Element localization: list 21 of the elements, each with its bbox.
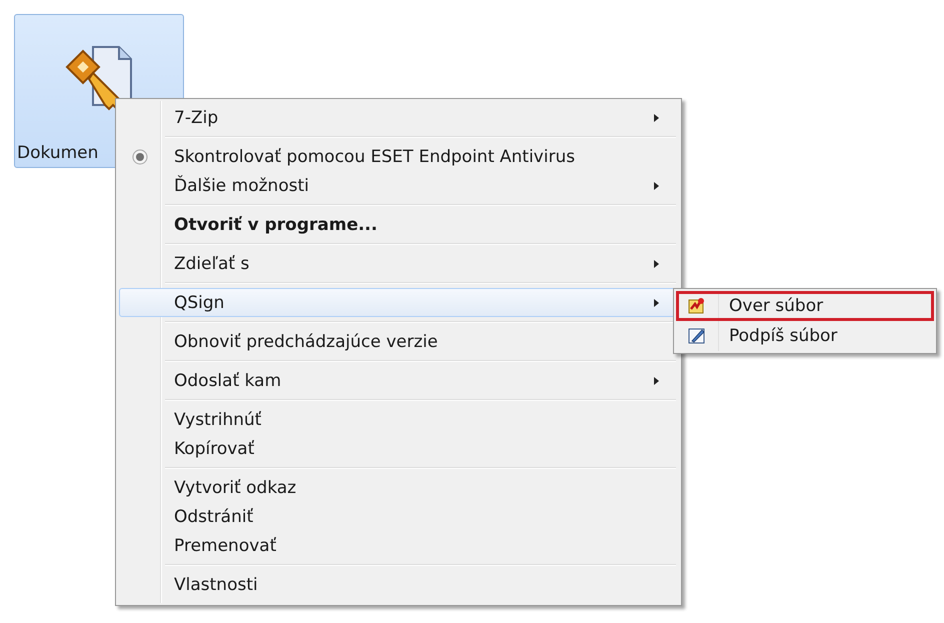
menu-item[interactable]: Premenovať	[119, 531, 678, 560]
submenu-arrow-icon	[653, 298, 661, 308]
menu-item[interactable]: Odoslať kam	[119, 366, 678, 395]
menu-item[interactable]: Zdieľať s	[119, 249, 678, 278]
menu-item[interactable]: Odstrániť	[119, 502, 678, 531]
edit-document-icon	[688, 327, 706, 345]
certificate-icon	[688, 297, 706, 315]
menu-item[interactable]: Otvoriť v programe...	[119, 210, 678, 239]
menu-item[interactable]: Vytvoriť odkaz	[119, 473, 678, 502]
menu-item[interactable]: Over súbor	[676, 291, 934, 321]
menu-item[interactable]: Vystrihnúť	[119, 405, 678, 434]
radio-bullet-icon	[132, 148, 148, 164]
submenu-arrow-icon	[653, 258, 661, 268]
submenu-arrow-icon	[653, 376, 661, 386]
menu-item[interactable]: Vlastnosti	[119, 570, 678, 599]
menu-item[interactable]: Kopírovať	[119, 434, 678, 463]
menu-item[interactable]: Ďalšie možnosti	[119, 171, 678, 200]
submenu-arrow-icon	[653, 180, 661, 190]
file-name-label: Dokumen	[17, 143, 98, 163]
submenu-arrow-icon	[653, 112, 661, 122]
menu-item[interactable]: Podpíš súbor	[676, 321, 934, 351]
